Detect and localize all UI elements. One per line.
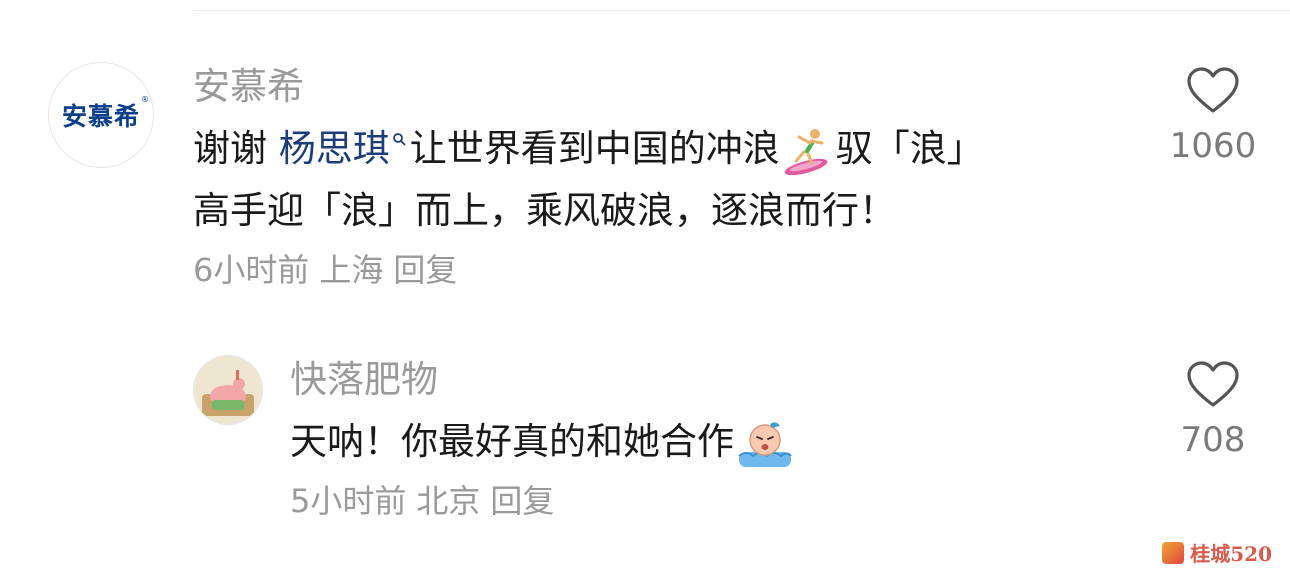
heart-icon (1187, 361, 1239, 407)
starfish-avatar-icon (194, 356, 262, 424)
like-count: 708 (1180, 420, 1246, 460)
avatar[interactable]: 安慕希 ® (48, 62, 154, 168)
comment-meta: 5小时前 北京 回复 (290, 479, 1110, 523)
content-text: 谢谢 (193, 127, 267, 170)
reply-button[interactable]: 回复 (490, 482, 554, 520)
content-text: 驭「浪」 (835, 127, 984, 170)
content-text: 高手迎「浪」而上，乘风破浪，逐浪而行！ (193, 189, 896, 232)
mention-name: 杨思琪 (278, 127, 390, 170)
comment-content: 谢谢 杨思琪 让世界看到中国的冲浪 驭「浪」 高手迎「浪」而上，乘风破浪，逐浪而行… (193, 118, 1113, 242)
surfer-emoji-icon (784, 128, 828, 175)
content-text: 天呐！你最好真的和她合作 (290, 420, 734, 463)
content-text: 让世界看到中国的冲浪 (409, 127, 780, 170)
heart-icon (1187, 67, 1239, 113)
search-icon (392, 133, 406, 146)
avatar-brand-logo: 安慕希 ® (61, 95, 149, 133)
comment-content: 天呐！你最好真的和她合作 (290, 411, 1110, 473)
comment-location: 北京 (416, 482, 481, 520)
comment-location: 上海 (319, 251, 384, 289)
watermark-logo-icon (1162, 541, 1185, 564)
comment-item: 安慕希 谢谢 杨思琪 让世界看到中国的冲浪 驭「浪」 高手迎「浪」而上，乘风破浪，… (193, 62, 1113, 292)
like-button[interactable]: 1060 (1143, 66, 1283, 168)
avatar[interactable] (193, 355, 263, 425)
avatar-brand-text: 安慕希 (61, 102, 140, 131)
registered-mark: ® (141, 95, 150, 104)
comment-author[interactable]: 快落肥物 (290, 355, 1110, 405)
crying-emoji-icon (738, 421, 792, 467)
reply-button[interactable]: 回复 (393, 251, 457, 289)
watermark: 桂城520 (1162, 538, 1272, 567)
watermark-text: 桂城520 (1190, 542, 1272, 566)
like-count: 1060 (1169, 126, 1257, 166)
top-divider (193, 10, 1290, 11)
comment-author[interactable]: 安慕希 (193, 62, 1113, 112)
like-button[interactable]: 708 (1143, 360, 1283, 462)
comment-meta: 6小时前 上海 回复 (193, 248, 1113, 292)
mention-link[interactable]: 杨思琪 (279, 127, 410, 170)
comment-time: 5小时前 (290, 482, 407, 520)
comment-item: 快落肥物 天呐！你最好真的和她合作 5小时前 北京 回复 (290, 355, 1110, 523)
comment-time: 6小时前 (193, 251, 310, 289)
